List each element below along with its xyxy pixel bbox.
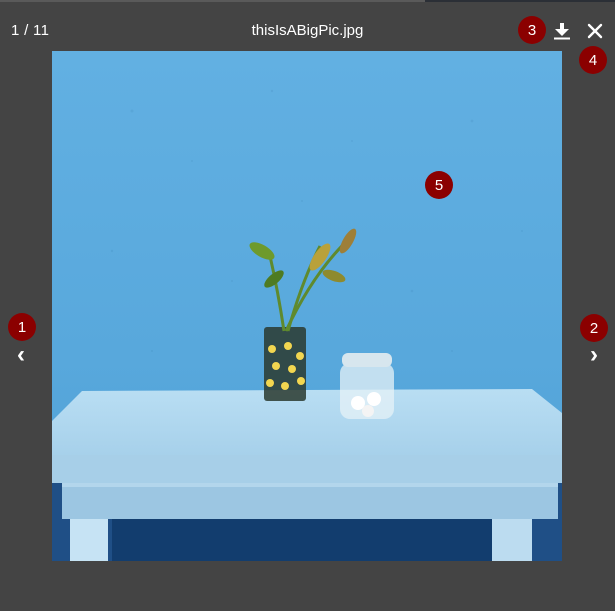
annotation-marker-2: 2 xyxy=(580,314,608,342)
top-edge-strip-dark xyxy=(425,0,615,2)
annotation-marker-1: 1 xyxy=(8,313,36,341)
photo-artwork xyxy=(52,51,562,561)
download-button[interactable] xyxy=(551,20,573,42)
close-icon xyxy=(587,23,603,39)
download-icon xyxy=(554,23,570,40)
top-edge-strip xyxy=(0,0,615,2)
previous-image-button[interactable]: ‹ xyxy=(10,341,32,368)
next-image-button[interactable]: › xyxy=(583,341,605,368)
image-preview[interactable] xyxy=(52,51,562,561)
annotation-marker-3: 3 xyxy=(518,16,546,44)
annotation-marker-4: 4 xyxy=(579,46,607,74)
chevron-left-icon: ‹ xyxy=(17,341,25,368)
chevron-right-icon: › xyxy=(590,341,598,368)
close-button[interactable] xyxy=(584,20,606,42)
annotation-marker-5: 5 xyxy=(425,171,453,199)
